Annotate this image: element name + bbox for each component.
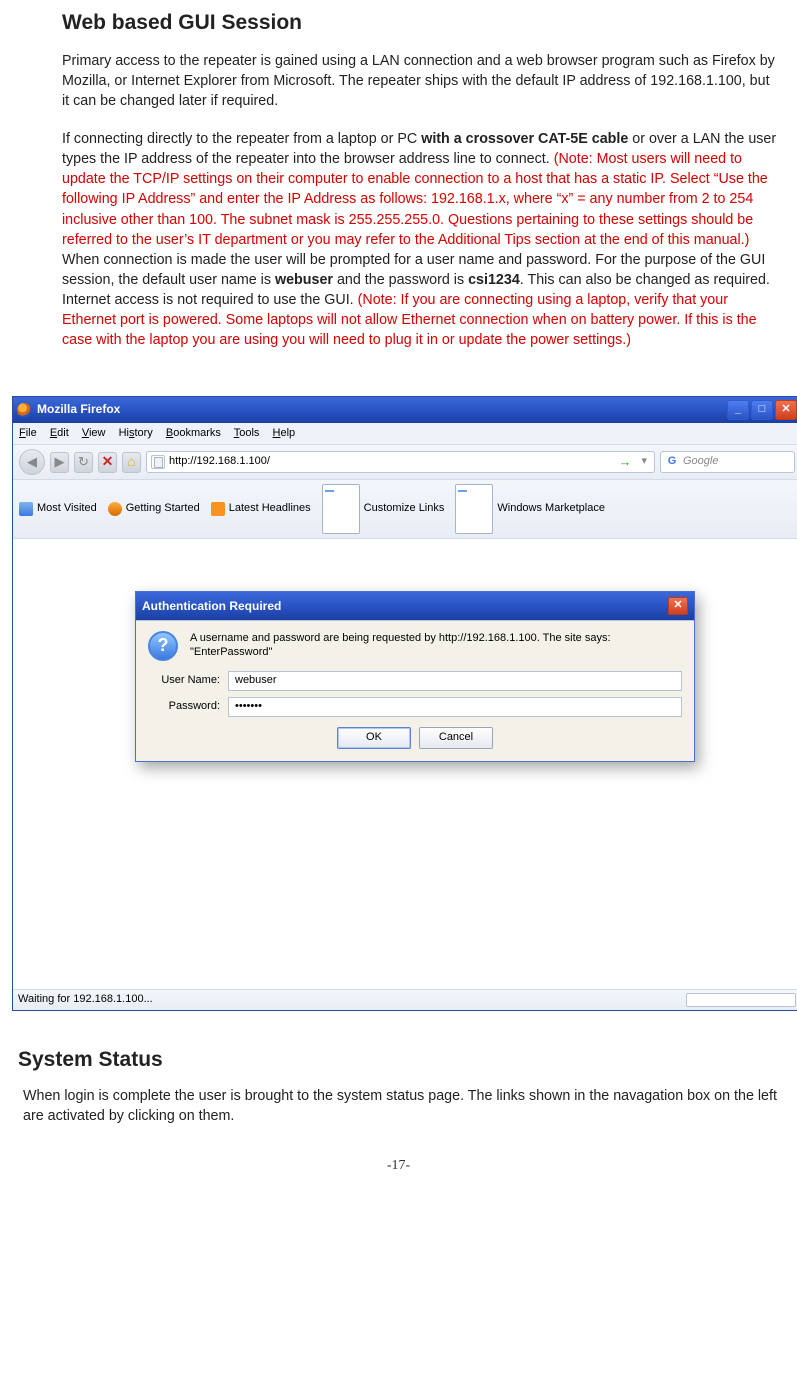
bookmark-label: Getting Started [126,501,200,516]
address-bar[interactable]: http://192.168.1.100/ → ▾ [146,451,655,473]
home-button[interactable]: ⌂ [122,452,141,473]
dialog-titlebar[interactable]: Authentication Required ✕ [136,592,694,620]
search-placeholder: Google [683,454,718,469]
text-bold-csi1234: csi1234 [468,272,520,288]
url-dropdown-icon[interactable]: ▾ [638,454,650,469]
intro-paragraph: Primary access to the repeater is gained… [62,51,777,111]
username-input[interactable]: webuser [228,671,682,691]
section-heading-web-gui: Web based GUI Session [62,8,779,37]
page-icon [455,484,493,534]
progress-indicator [686,993,796,1007]
window-minimize-button[interactable]: _ [727,400,749,420]
password-label: Password: [148,699,228,714]
text-bold-webuser: webuser [275,272,333,288]
menu-view[interactable]: View [82,427,106,439]
browser-viewport: Authentication Required ✕ ? A username a… [13,539,797,989]
go-arrow-icon[interactable]: → [615,453,634,471]
menu-history[interactable]: History [119,427,153,439]
menu-bar: File Edit View History Bookmarks Tools H… [13,423,797,445]
rss-feed-icon [211,502,225,516]
bookmark-label: Customize Links [364,501,445,516]
dialog-title-text: Authentication Required [142,598,281,615]
username-label: User Name: [148,673,228,688]
window-titlebar[interactable]: Mozilla Firefox _ □ ✕ [13,397,797,423]
dialog-close-button[interactable]: ✕ [668,597,688,615]
browser-status-bar: Waiting for 192.168.1.100... [13,989,797,1010]
menu-file[interactable]: File [19,427,37,439]
page-icon [322,484,360,534]
firefox-small-icon [108,502,122,516]
dialog-message: A username and password are being reques… [190,631,682,661]
menu-edit[interactable]: Edit [50,427,69,439]
window-maximize-button[interactable]: □ [751,400,773,420]
google-search-icon: G [665,455,679,469]
bookmark-label: Latest Headlines [229,501,311,516]
search-box[interactable]: G Google [660,451,795,473]
window-title: Mozilla Firefox [37,401,120,418]
text-segment: and the password is [333,272,468,288]
system-status-paragraph: When login is complete the user is broug… [23,1086,777,1126]
window-close-button[interactable]: ✕ [775,400,797,420]
url-text: http://192.168.1.100/ [169,454,611,469]
reload-button[interactable]: ↻ [74,452,93,473]
bookmark-latest-headlines[interactable]: Latest Headlines [211,501,311,516]
menu-bookmarks[interactable]: Bookmarks [166,427,221,439]
connection-paragraph: If connecting directly to the repeater f… [62,129,777,349]
menu-help[interactable]: Help [273,427,296,439]
bookmark-customize-links[interactable]: Customize Links [322,484,445,534]
status-text: Waiting for 192.168.1.100... [18,992,153,1007]
bookmark-label: Windows Marketplace [497,501,605,516]
forward-button[interactable]: ▶ [50,452,69,473]
page-identity-icon [151,455,165,469]
stop-button[interactable]: ✕ [98,452,117,473]
back-button[interactable]: ◀ [19,449,45,475]
cancel-button[interactable]: Cancel [419,727,493,749]
auth-dialog: Authentication Required ✕ ? A username a… [135,591,695,762]
password-input[interactable]: ••••••• [228,697,682,717]
firefox-icon [17,403,31,417]
bookmark-windows-marketplace[interactable]: Windows Marketplace [455,484,605,534]
bookmark-label: Most Visited [37,501,97,516]
question-mark-icon: ? [148,631,178,661]
bookmark-getting-started[interactable]: Getting Started [108,501,200,516]
bookmark-most-visited[interactable]: Most Visited [19,501,97,516]
firefox-window: Mozilla Firefox _ □ ✕ File Edit View His… [12,396,797,1011]
navigation-toolbar: ◀ ▶ ↻ ✕ ⌂ http://192.168.1.100/ → ▾ G Go… [13,445,797,480]
page-number: -17- [18,1156,779,1176]
folder-icon [19,502,33,516]
text-bold-crossover: with a crossover CAT-5E cable [421,131,628,147]
ok-button[interactable]: OK [337,727,411,749]
bookmarks-toolbar: Most Visited Getting Started Latest Head… [13,480,797,539]
menu-tools[interactable]: Tools [234,427,260,439]
dialog-body: ? A username and password are being requ… [136,620,694,761]
text-segment: If connecting directly to the repeater f… [62,131,421,147]
section-heading-system-status: System Status [18,1045,779,1074]
